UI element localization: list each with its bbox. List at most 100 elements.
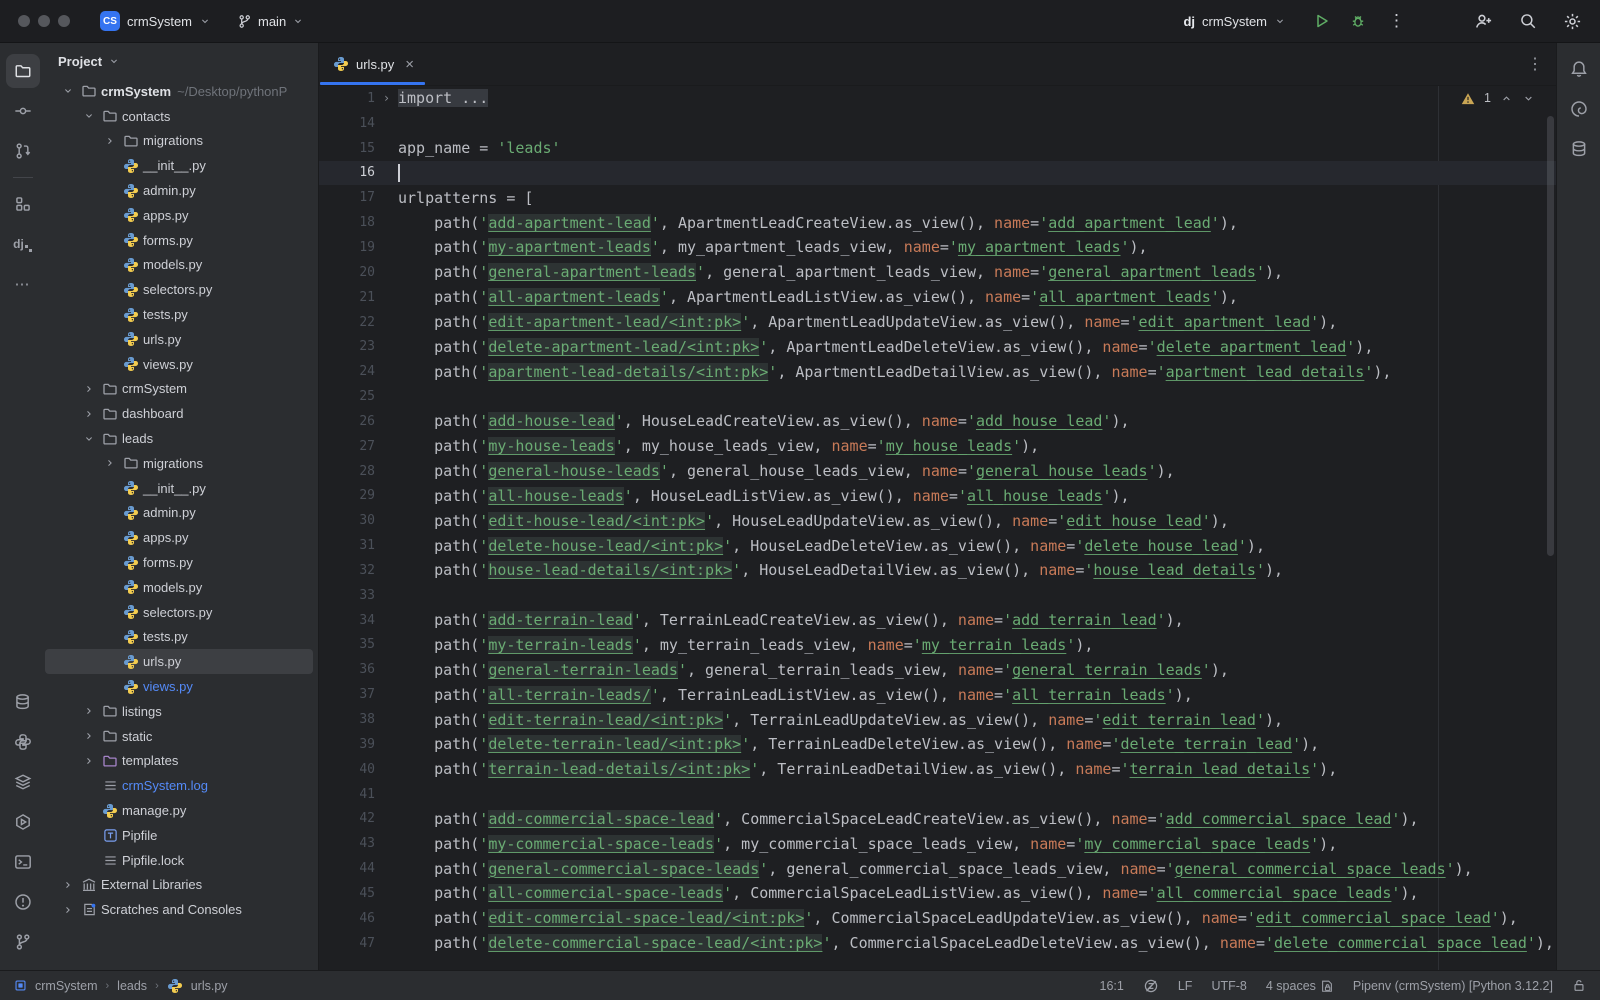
code-line-21[interactable]: 21 path('all-apartment-leads', Apartment…	[319, 285, 1557, 310]
code-line-16[interactable]: 16	[319, 161, 1557, 186]
project-widget[interactable]: CS crmSystem	[100, 11, 211, 31]
tool-button-django-structure-icon[interactable]: dj	[6, 227, 40, 261]
tree-item-models-py[interactable]: models.py	[45, 253, 318, 278]
line-number[interactable]: 44	[319, 861, 375, 876]
tree-item-selectors-py[interactable]: selectors.py	[45, 277, 318, 302]
line-number[interactable]: 26	[319, 414, 375, 429]
encoding-widget[interactable]: UTF-8	[1211, 979, 1246, 993]
tool-button-structure-icon[interactable]	[6, 187, 40, 221]
line-number[interactable]: 33	[319, 588, 375, 603]
more-actions-icon[interactable]: ⋮	[1388, 11, 1406, 31]
fold-arrow-icon[interactable]: ›	[375, 91, 398, 105]
breadcrumb-item[interactable]: urls.py	[191, 979, 228, 993]
code-line-35[interactable]: 35 path('my-terrain-leads', my_terrain_l…	[319, 633, 1557, 658]
code-line-40[interactable]: 40 path('terrain-lead-details/<int:pk>',…	[319, 757, 1557, 782]
tree-item-crmsystem[interactable]: crmSystem	[45, 377, 318, 402]
tool-button-notifications-bell-icon[interactable]	[1562, 52, 1596, 86]
line-number[interactable]: 34	[319, 613, 375, 628]
chevron-right-icon[interactable]	[99, 135, 120, 147]
code-with-me-icon[interactable]	[1474, 12, 1493, 31]
line-number[interactable]: 42	[319, 811, 375, 826]
prev-problem-chevron-up-icon[interactable]	[1500, 92, 1513, 105]
tool-button-problems-icon[interactable]	[6, 885, 40, 919]
search-everywhere-icon[interactable]	[1519, 12, 1537, 30]
inspections-widget[interactable]: 1	[1461, 91, 1535, 105]
line-number[interactable]: 37	[319, 687, 375, 702]
code-line-19[interactable]: 19 path('my-apartment-leads', my_apartme…	[319, 235, 1557, 260]
line-number[interactable]: 36	[319, 662, 375, 677]
settings-gear-icon[interactable]	[1563, 12, 1582, 31]
tree-item-manage-py[interactable]: manage.py	[45, 798, 318, 823]
write-access-unlock-icon[interactable]	[1572, 978, 1586, 993]
tree-item-templates[interactable]: templates	[45, 749, 318, 774]
code-line-25[interactable]: 25	[319, 384, 1557, 409]
line-number[interactable]: 19	[319, 240, 375, 255]
line-number[interactable]: 45	[319, 886, 375, 901]
code-line-45[interactable]: 45 path('all-commercial-space-leads', Co…	[319, 881, 1557, 906]
line-number[interactable]: 40	[319, 762, 375, 777]
tab-close-icon[interactable]: ×	[405, 56, 414, 73]
breadcrumb-item[interactable]: crmSystem	[35, 979, 98, 993]
code-line-14[interactable]: 14	[319, 111, 1557, 136]
line-number[interactable]: 46	[319, 911, 375, 926]
line-number[interactable]: 39	[319, 737, 375, 752]
code-line-44[interactable]: 44 path('general-commercial-space-leads'…	[319, 856, 1557, 881]
code-line-41[interactable]: 41	[319, 782, 1557, 807]
code-line-37[interactable]: 37 path('all-terrain-leads/', TerrainLea…	[319, 682, 1557, 707]
code-line-20[interactable]: 20 path('general-apartment-leads', gener…	[319, 260, 1557, 285]
tree-item-views-py[interactable]: views.py	[45, 674, 318, 699]
tree-item-contacts[interactable]: contacts	[45, 104, 318, 129]
tree-item-pipfile-lock[interactable]: Pipfile.lock	[45, 848, 318, 873]
line-number[interactable]: 38	[319, 712, 375, 727]
code-line-33[interactable]: 33	[319, 583, 1557, 608]
tree-item-apps-py[interactable]: apps.py	[45, 525, 318, 550]
tree-item-forms-py[interactable]: forms.py	[45, 228, 318, 253]
tree-item-tests-py[interactable]: tests.py	[45, 302, 318, 327]
tree-item-urls-py[interactable]: urls.py	[45, 327, 318, 352]
tool-button-database-icon[interactable]	[1562, 132, 1596, 166]
code-line-22[interactable]: 22 path('edit-apartment-lead/<int:pk>', …	[319, 310, 1557, 335]
tree-item-migrations[interactable]: migrations	[45, 451, 318, 476]
line-number[interactable]: 14	[319, 116, 375, 131]
chevron-down-icon[interactable]	[57, 85, 78, 97]
line-number[interactable]: 29	[319, 488, 375, 503]
breadcrumb-item[interactable]: leads	[117, 979, 147, 993]
tree-item-tests-py[interactable]: tests.py	[45, 625, 318, 650]
run-button[interactable]	[1314, 13, 1330, 29]
code-line-27[interactable]: 27 path('my-house-leads', my_house_leads…	[319, 434, 1557, 459]
tree-item--init-py[interactable]: __init__.py	[45, 153, 318, 178]
project-panel-header[interactable]: Project	[45, 43, 318, 79]
chevron-right-icon[interactable]	[78, 408, 99, 420]
chevron-right-icon[interactable]	[78, 705, 99, 717]
tree-item-apps-py[interactable]: apps.py	[45, 203, 318, 228]
next-problem-chevron-down-icon[interactable]	[1522, 92, 1535, 105]
code-line-36[interactable]: 36 path('general-terrain-leads', general…	[319, 657, 1557, 682]
indent-widget[interactable]: 4 spaces	[1266, 979, 1334, 993]
tool-button-ai-assistant-icon[interactable]	[1562, 92, 1596, 126]
code-line-38[interactable]: 38 path('edit-terrain-lead/<int:pk>', Te…	[319, 707, 1557, 732]
tool-button-version-control-icon[interactable]	[6, 925, 40, 959]
tree-item-admin-py[interactable]: admin.py	[45, 178, 318, 203]
code-line-28[interactable]: 28 path('general-house-leads', general_h…	[319, 459, 1557, 484]
line-number[interactable]: 15	[319, 141, 375, 156]
tool-button-services-icon[interactable]	[6, 805, 40, 839]
tree-item-crmsystem[interactable]: crmSystem~/Desktop/pythonP	[45, 79, 318, 104]
tree-item-scratches-and-consoles[interactable]: Scratches and Consoles	[45, 897, 318, 922]
tree-item-leads[interactable]: leads	[45, 426, 318, 451]
chevron-down-icon[interactable]	[78, 433, 99, 445]
tree-item-listings[interactable]: listings	[45, 699, 318, 724]
line-number[interactable]: 28	[319, 464, 375, 479]
run-configuration-widget[interactable]: dj crmSystem	[1183, 14, 1286, 29]
window-maximize-button[interactable]	[58, 15, 70, 27]
chevron-right-icon[interactable]	[78, 730, 99, 742]
tree-item-views-py[interactable]: views.py	[45, 352, 318, 377]
line-number[interactable]: 25	[319, 389, 375, 404]
tool-button-terminal-icon[interactable]	[6, 845, 40, 879]
tree-item-external-libraries[interactable]: External Libraries	[45, 873, 318, 898]
tool-button-pull-requests-icon[interactable]	[6, 134, 40, 168]
caret-position-widget[interactable]: 16:1	[1100, 979, 1124, 993]
tool-button-database-tool-icon[interactable]	[6, 685, 40, 719]
tree-item-urls-py[interactable]: urls.py	[45, 649, 313, 674]
tool-button-project-folder-icon[interactable]	[6, 54, 40, 88]
line-number[interactable]: 20	[319, 265, 375, 280]
